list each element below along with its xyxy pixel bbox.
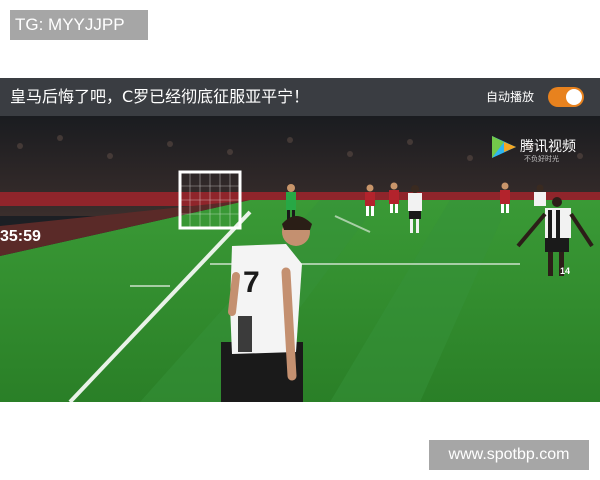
bottom-watermark-tag: www.spotbp.com <box>429 440 589 470</box>
video-title: 皇马后悔了吧，C罗已经彻底征服亚平宁！ <box>10 87 310 106</box>
scoreboard-clock: 35:59 <box>0 228 41 245</box>
autoplay-label: 自动播放 <box>486 90 535 104</box>
watermark-subtitle: 不负好时光 <box>524 155 559 163</box>
video-player[interactable]: 皇马后悔了吧，C罗已经彻底征服亚平宁！ 自动播放 腾讯视频 不负好时光 35:5… <box>0 78 600 402</box>
tencent-video-logo-icon <box>492 136 516 158</box>
video-frame[interactable]: 腾讯视频 不负好时光 35:59 7 14 <box>0 116 600 402</box>
autoplay-toggle[interactable] <box>548 87 584 107</box>
top-watermark-tag: TG: MYYJJPP <box>10 10 148 40</box>
tencent-video-watermark: 腾讯视频 不负好时光 <box>490 134 576 163</box>
toggle-knob <box>566 89 582 105</box>
video-title-bar: 皇马后悔了吧，C罗已经彻底征服亚平宁！ 自动播放 <box>0 78 600 116</box>
watermark-text: 腾讯视频 <box>520 139 576 155</box>
